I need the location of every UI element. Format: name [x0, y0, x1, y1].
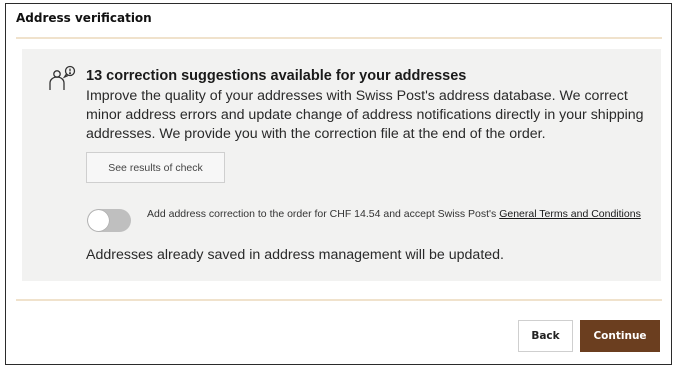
back-button[interactable]: Back — [518, 320, 573, 352]
address-correction-toggle[interactable] — [87, 209, 131, 232]
correction-headline: 13 correction suggestions available for … — [86, 68, 467, 84]
address-correction-people-icon — [44, 65, 78, 95]
correction-description: Improve the quality of your addresses wi… — [86, 88, 644, 142]
terms-link[interactable]: General Terms and Conditions — [499, 208, 641, 220]
address-verification-dialog: Address verification 13 correction sugge… — [5, 3, 672, 365]
footer-divider — [16, 299, 662, 301]
header-divider — [16, 37, 662, 39]
saved-addresses-note: Addresses already saved in address manag… — [86, 247, 504, 263]
see-results-button[interactable]: See results of check — [86, 152, 225, 183]
toggle-label: Add address correction to the order for … — [147, 209, 647, 220]
toggle-knob — [88, 210, 109, 231]
dialog-title: Address verification — [16, 11, 152, 25]
continue-button[interactable]: Continue — [580, 320, 660, 352]
toggle-label-text: Add address correction to the order for … — [147, 208, 500, 220]
correction-panel: 13 correction suggestions available for … — [22, 49, 661, 281]
